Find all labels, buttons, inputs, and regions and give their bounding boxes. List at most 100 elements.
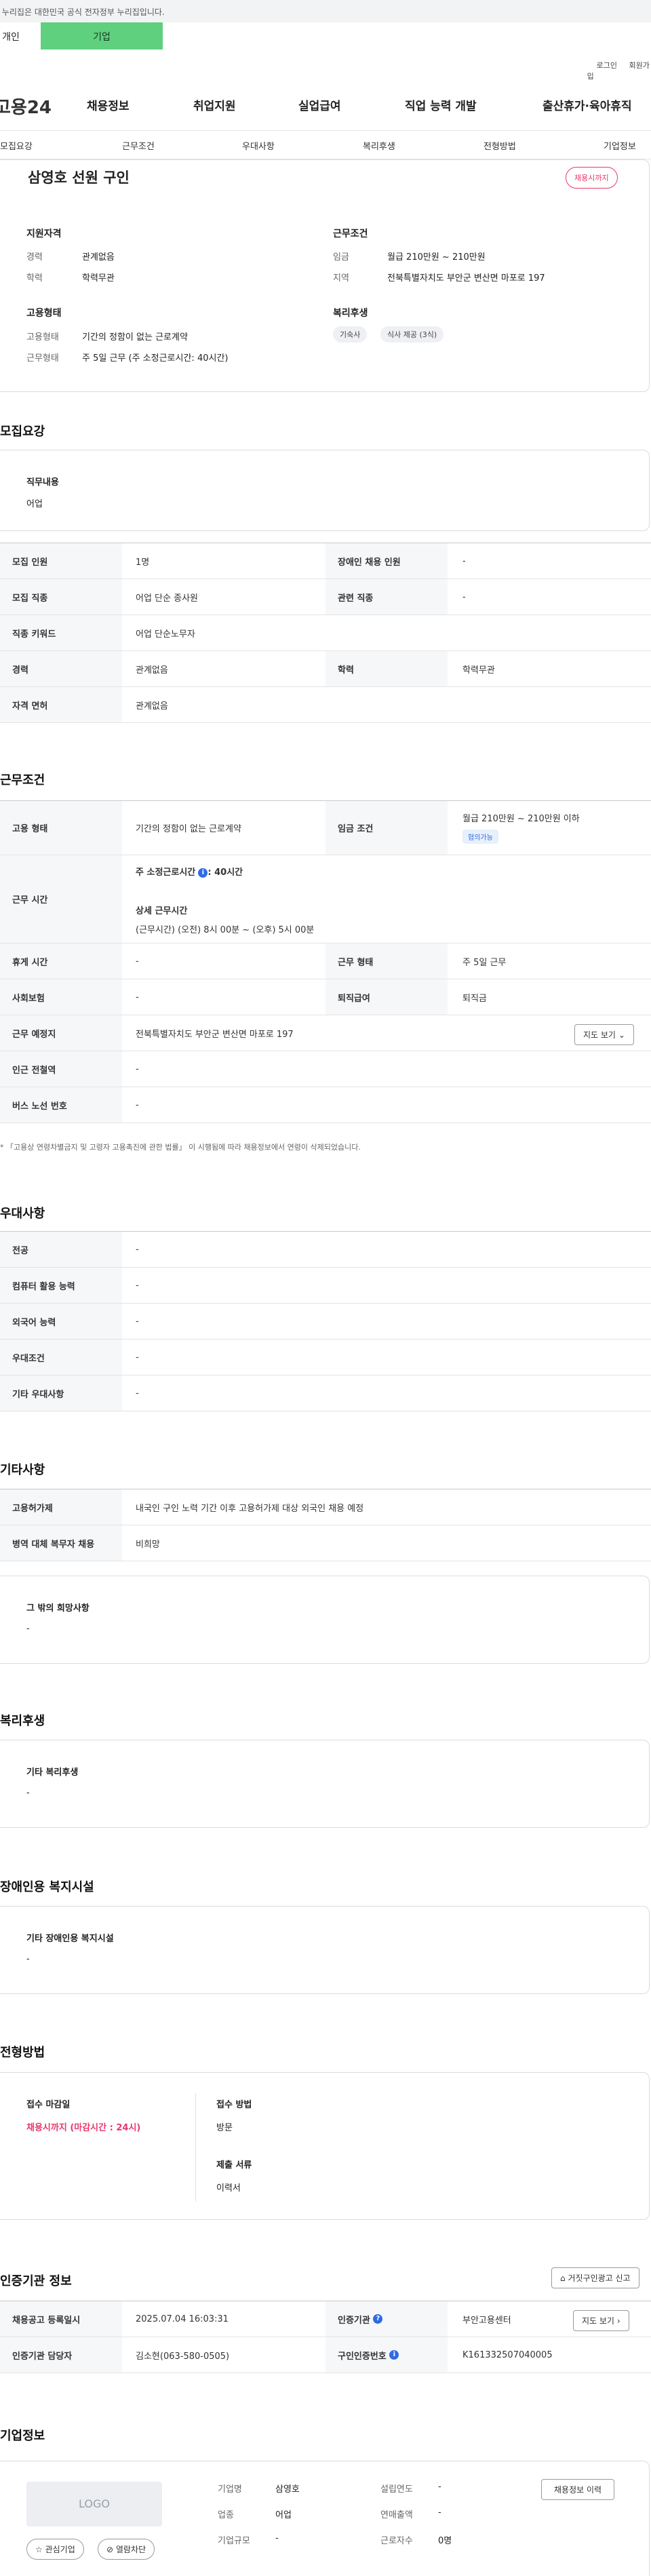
nav-unemployment-benefit[interactable]: 실업급여 bbox=[298, 96, 341, 113]
chevron-down-icon: ⌄ bbox=[618, 1030, 625, 1040]
history-button[interactable]: 채용정보 이력 bbox=[541, 2479, 615, 2500]
recruit-table: 모집 인원 1명 장애인 채용 인원 - 모집 직종 어업 단순 종사원 관련 … bbox=[0, 543, 651, 723]
chevron-right-icon: › bbox=[616, 2316, 620, 2326]
top-links: 로그인 회원가입 bbox=[587, 60, 651, 81]
wage-value: 월급 210만원 ~ 210만원 bbox=[387, 252, 486, 262]
table-row: 자격 면허 관계없음 bbox=[0, 687, 651, 723]
company-title: 기업정보 bbox=[0, 2429, 45, 2443]
table-cell: K161332507040005 bbox=[462, 2349, 553, 2360]
table-header: 휴게 시간 bbox=[0, 943, 122, 979]
cert-title: 인증기관 정보 bbox=[0, 2274, 72, 2288]
interest-button[interactable]: ☆ 관심기업 bbox=[26, 2539, 84, 2560]
tab-individual[interactable]: 개인 bbox=[0, 22, 41, 50]
table-cell: 1명 bbox=[136, 557, 150, 568]
table-cell: 전북특별자치도 부안군 변산면 마포로 197 bbox=[136, 1029, 294, 1040]
info-icon[interactable]: i bbox=[198, 867, 208, 878]
block-icon: ⊘ bbox=[106, 2545, 114, 2554]
table-header: 구인인증번호 i bbox=[326, 2337, 448, 2373]
table-row: 모집 직종 어업 단순 종사원 관련 직종 - bbox=[0, 579, 651, 615]
tab-recruit[interactable]: 모집요강 bbox=[0, 139, 33, 152]
recruit-title: 모집요강 bbox=[0, 425, 45, 439]
career-label: 경력 bbox=[26, 252, 43, 262]
cond-heading: 근무조건 bbox=[333, 229, 368, 239]
hours-cell: 주 소정근로시간 i: 40시간 상세 근무시간 (근무시간) (오전) 8시 … bbox=[136, 865, 314, 943]
tab-work-conditions[interactable]: 근무조건 bbox=[122, 139, 155, 152]
table-row: 병역 대체 복무자 채용 비희망 bbox=[0, 1525, 651, 1561]
nav-employment-support[interactable]: 취업지원 bbox=[193, 96, 236, 113]
nav-parental-leave[interactable]: 출산휴가·육아휴직 bbox=[542, 96, 632, 113]
user-type-tabs: 개인 기업 bbox=[0, 22, 651, 50]
table-row: 채용공고 등록일시 2025.07.04 16:03:31 인증기관 ? 부안고… bbox=[0, 2301, 651, 2337]
work-title: 근무조건 bbox=[0, 773, 45, 787]
table-header: 전공 bbox=[0, 1232, 122, 1267]
tab-selection[interactable]: 전형방법 bbox=[484, 139, 516, 152]
table-header: 인근 전철역 bbox=[0, 1051, 122, 1087]
table-row: 고용 형태 기간의 정함이 없는 근로계약 임금 조건 월급 210만원 ~ 2… bbox=[0, 801, 651, 855]
other-wishes-card: 그 밖의 희망사항 - bbox=[0, 1576, 650, 1664]
table-cell: 퇴직금 bbox=[462, 993, 487, 1004]
table-row: 직종 키워드 어업 단순노무자 bbox=[0, 615, 651, 651]
nav-job-info[interactable]: 채용정보 bbox=[87, 96, 130, 113]
table-row: 근무 예정지 전북특별자치도 부안군 변산면 마포로 197 지도 보기 ⌄ bbox=[0, 1015, 651, 1051]
deadline-label: 접수 마감일 bbox=[26, 2100, 71, 2110]
table-row: 버스 노선 번호 - bbox=[0, 1087, 651, 1123]
negotiable-badge: 협의가능 bbox=[462, 830, 498, 844]
table-cell: - bbox=[136, 1063, 139, 1074]
career-value: 관계없음 bbox=[82, 252, 115, 262]
welfare-heading: 복리후생 bbox=[333, 308, 368, 319]
table-row: 전공 - bbox=[0, 1232, 651, 1268]
table-cell: - bbox=[136, 1244, 139, 1255]
section-tabs: 모집요강 근무조건 우대사항 복리후생 전형방법 기업정보 bbox=[0, 130, 651, 159]
welfare-card: 기타 복리후생 - bbox=[0, 1740, 650, 1828]
table-row: 컴퓨터 활용 능력 - bbox=[0, 1268, 651, 1304]
tab-preferences[interactable]: 우대사항 bbox=[242, 139, 275, 152]
site-logo[interactable]: 고용24 bbox=[0, 94, 52, 119]
est-label: 설립연도 bbox=[380, 2484, 413, 2495]
employees-value: 0명 bbox=[438, 2536, 452, 2546]
map-button[interactable]: 지도 보기 ⌄ bbox=[574, 1024, 634, 1045]
company-name-value: 삼영호 bbox=[275, 2484, 300, 2495]
tab-welfare[interactable]: 복리후생 bbox=[363, 139, 395, 152]
table-row: 근무 시간 주 소정근로시간 i: 40시간 상세 근무시간 (근무시간) (오… bbox=[0, 855, 651, 943]
tab-corporate[interactable]: 기업 bbox=[41, 22, 163, 50]
selection-card: 접수 마감일 채용시까지 (마감시간 : 24시) 접수 방법 방문 제출 서류… bbox=[0, 2072, 650, 2220]
disabled-value: - bbox=[26, 1954, 30, 1964]
table-row: 우대조건 - bbox=[0, 1340, 651, 1375]
emp-type-label: 고용형태 bbox=[26, 332, 59, 343]
work-type-value: 주 5일 근무 (주 소정근로시간: 40시간) bbox=[82, 353, 229, 364]
tab-company[interactable]: 기업정보 bbox=[604, 139, 636, 152]
table-header: 고용허가제 bbox=[0, 1489, 122, 1525]
duty-label: 직무내용 bbox=[26, 477, 59, 488]
table-header: 직종 키워드 bbox=[0, 615, 122, 650]
report-ad-button[interactable]: ⌂ 거짓구인광고 신고 bbox=[551, 2267, 639, 2288]
table-cell: 어업 단순 종사원 bbox=[136, 593, 198, 604]
duty-value: 어업 bbox=[26, 499, 43, 509]
table-header: 고용 형태 bbox=[0, 801, 122, 855]
info-icon[interactable]: ? bbox=[373, 2314, 383, 2324]
table-header: 컴퓨터 활용 능력 bbox=[0, 1268, 122, 1303]
table-cell: - bbox=[136, 1280, 139, 1291]
cert-map-button[interactable]: 지도 보기 › bbox=[573, 2310, 629, 2331]
hours-detail-value: (근무시간) (오전) 8시 00분 ~ (오후) 5시 00분 bbox=[136, 925, 315, 935]
welfare-chip-meal: 식사 제공 (3식) bbox=[380, 326, 444, 343]
table-cell: 관계없음 bbox=[136, 701, 168, 711]
info-icon[interactable]: i bbox=[389, 2350, 399, 2360]
block-button[interactable]: ⊘ 열람차단 bbox=[98, 2539, 155, 2560]
table-row: 인증기관 담당자 김소현(063-580-0505) 구인인증번호 i K161… bbox=[0, 2337, 651, 2373]
est-value: - bbox=[438, 2482, 441, 2492]
employees-label: 근로자수 bbox=[380, 2536, 413, 2546]
nav-vocational-training[interactable]: 직업 능력 개발 bbox=[405, 96, 477, 113]
home-icon: ⌂ bbox=[560, 2273, 566, 2283]
login-link[interactable]: 로그인 bbox=[597, 61, 617, 70]
industry-label: 업종 bbox=[218, 2510, 234, 2520]
docs-label: 제출 서류 bbox=[216, 2160, 252, 2170]
qual-heading: 지원자격 bbox=[26, 229, 62, 239]
table-cell: - bbox=[136, 956, 139, 967]
company-card: LOGO ☆ 관심기업 ⊘ 열람차단 기업명 삼영호 업종 어업 기업규모 - … bbox=[0, 2461, 650, 2576]
etc-table: 고용허가제 내국인 구인 노력 기간 이후 고용허가제 대상 외국인 채용 예정… bbox=[0, 1489, 651, 1561]
table-header: 우대조건 bbox=[0, 1340, 122, 1375]
duty-card: 직무내용 어업 bbox=[0, 450, 650, 531]
table-header: 인증기관 담당자 bbox=[0, 2337, 122, 2373]
size-value: - bbox=[275, 2533, 279, 2543]
welfare-label: 기타 복리후생 bbox=[26, 1768, 79, 1778]
